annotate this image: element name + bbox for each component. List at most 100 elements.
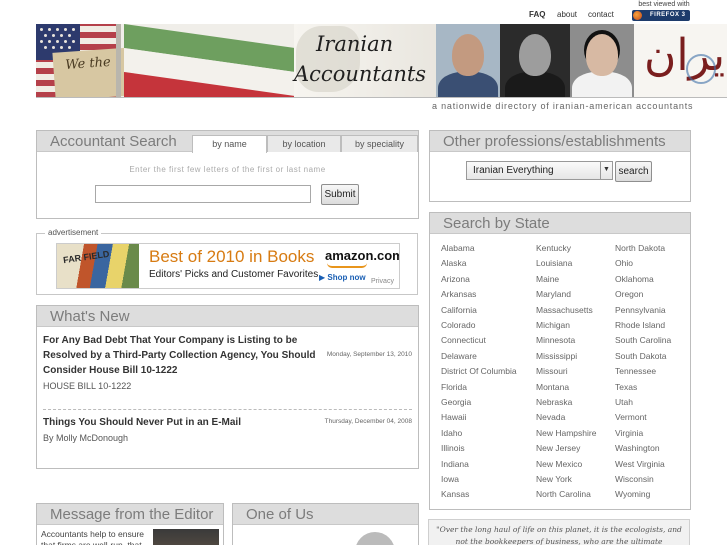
firefox-badge[interactable]: FIREFOX 3 [632, 10, 690, 21]
whats-new-panel: What's New For Any Bad Debt That Your Co… [36, 305, 419, 469]
state-link[interactable]: Washington [615, 443, 660, 453]
state-link[interactable]: Vermont [615, 412, 647, 422]
state-link[interactable]: District Of Columbia [441, 366, 517, 376]
state-link[interactable]: Arkansas [441, 289, 476, 299]
book-covers-image: FAR FIELD [57, 244, 139, 288]
state-link[interactable]: Oklahoma [615, 274, 654, 284]
state-link[interactable]: Idaho [441, 428, 462, 438]
news-item-title[interactable]: Things You Should Never Put in an E-Mail [43, 415, 333, 430]
state-link[interactable]: New Mexico [536, 459, 582, 469]
state-link[interactable]: Texas [615, 382, 637, 392]
submit-button[interactable]: Submit [321, 184, 359, 205]
flag-pole [116, 24, 121, 98]
accountant-search-title: Accountant Search [50, 133, 177, 150]
news-item-subtitle: By Molly McDonough [43, 433, 129, 443]
state-link[interactable]: Connecticut [441, 335, 486, 345]
amazon-ad-banner[interactable]: FAR FIELD Best of 2010 in Books Editors'… [56, 243, 400, 289]
state-link[interactable]: Louisiana [536, 258, 572, 268]
state-link[interactable]: Wisconsin [615, 474, 654, 484]
profession-select-value: Iranian Everything [473, 165, 554, 176]
state-link[interactable]: Rhode Island [615, 320, 665, 330]
news-item-date: Thursday, December 04, 2008 [324, 418, 412, 425]
ad-headline: Best of 2010 in Books [149, 247, 315, 266]
portrait-photo-2 [500, 24, 570, 98]
state-link[interactable]: New Hampshire [536, 428, 596, 438]
search-hint: Enter the first few letters of the first… [129, 165, 326, 174]
state-link[interactable]: Hawaii [441, 412, 467, 422]
state-link[interactable]: Michigan [536, 320, 570, 330]
tab-by-speciality[interactable]: by speciality [341, 135, 418, 152]
state-link[interactable]: Utah [615, 397, 633, 407]
ad-privacy-link[interactable]: Privacy [371, 278, 394, 285]
advertisement-box: advertisement FAR FIELD Best of 2010 in … [36, 228, 418, 295]
news-item-subtitle: HOUSE BILL 10-1222 [43, 381, 132, 391]
shop-now-link[interactable]: ▶ Shop now [319, 273, 366, 282]
state-link[interactable]: Maryland [536, 289, 571, 299]
quote-box: "Over the long haul of life on this plan… [428, 519, 690, 545]
state-link[interactable]: Alaska [441, 258, 467, 268]
other-professions-header: Other professions/establishments [430, 131, 690, 152]
state-link[interactable]: Pennsylvania [615, 305, 666, 315]
state-link[interactable]: Delaware [441, 351, 477, 361]
state-link[interactable]: Ohio [615, 258, 633, 268]
nav-faq[interactable]: FAQ [529, 10, 545, 19]
portrait-photo-1 [436, 24, 500, 98]
state-link[interactable]: West Virginia [615, 459, 665, 469]
one-of-us-panel: One of Us [232, 503, 419, 545]
state-link[interactable]: Illinois [441, 443, 465, 453]
state-link[interactable]: Kansas [441, 489, 469, 499]
portrait-photo-3 [570, 24, 634, 98]
tab-by-name[interactable]: by name [192, 135, 267, 153]
state-link[interactable]: Montana [536, 382, 569, 392]
advertisement-label: advertisement [45, 228, 102, 237]
state-link[interactable]: Nebraska [536, 397, 572, 407]
state-link[interactable]: Nevada [536, 412, 565, 422]
accountant-search-panel: Accountant Search by name by location by… [36, 130, 419, 219]
amazon-smile-icon [327, 263, 367, 268]
state-link[interactable]: Virginia [615, 428, 643, 438]
state-link[interactable]: Massachusetts [536, 305, 593, 315]
state-link[interactable]: South Carolina [615, 335, 671, 345]
ad-subline: Editors' Picks and Customer Favorites [149, 269, 319, 280]
state-link[interactable]: California [441, 305, 477, 315]
profession-search-button[interactable]: search [615, 161, 652, 182]
nav-about[interactable]: about [557, 10, 577, 19]
site-tagline: a nationwide directory of iranian-americ… [432, 101, 694, 111]
state-link[interactable]: New Jersey [536, 443, 580, 453]
chevron-down-icon: ▼ [600, 162, 612, 179]
firefox-icon [633, 11, 642, 20]
brand-title-line2: Accountants [294, 62, 427, 86]
state-link[interactable]: Alabama [441, 243, 475, 253]
state-link[interactable]: Georgia [441, 397, 471, 407]
other-professions-panel: Other professions/establishments Iranian… [429, 130, 691, 202]
state-link[interactable]: Oregon [615, 289, 643, 299]
state-link[interactable]: Maine [536, 274, 559, 284]
name-search-input[interactable] [95, 185, 311, 203]
state-link[interactable]: Indiana [441, 459, 469, 469]
banner-divider [36, 97, 727, 98]
state-link[interactable]: Iowa [441, 474, 459, 484]
profession-select[interactable]: Iranian Everything ▼ [466, 161, 613, 180]
state-link[interactable]: Colorado [441, 320, 476, 330]
brand-title-line1: Iranian [316, 32, 394, 56]
state-link[interactable]: Kentucky [536, 243, 571, 253]
nav-contact[interactable]: contact [588, 10, 614, 19]
news-item-title[interactable]: For Any Bad Debt That Your Company is Li… [43, 333, 333, 378]
state-link[interactable]: Arizona [441, 274, 470, 284]
one-of-us-header: One of Us [233, 504, 418, 525]
state-link[interactable]: Minnesota [536, 335, 575, 345]
state-link[interactable]: Tennessee [615, 366, 656, 376]
header-banner: We the Iranian Accountants ايران [36, 24, 727, 98]
state-link[interactable]: Missouri [536, 366, 568, 376]
shop-now-label: Shop now [327, 273, 366, 282]
state-link[interactable]: Florida [441, 382, 467, 392]
state-link[interactable]: North Carolina [536, 489, 591, 499]
search-by-state-title: Search by State [443, 215, 550, 232]
news-item-date: Monday, September 13, 2010 [326, 351, 412, 358]
state-link[interactable]: New York [536, 474, 572, 484]
state-link[interactable]: South Dakota [615, 351, 667, 361]
state-link[interactable]: Mississippi [536, 351, 577, 361]
state-link[interactable]: North Dakota [615, 243, 665, 253]
state-link[interactable]: Wyoming [615, 489, 650, 499]
tab-by-location[interactable]: by location [267, 135, 341, 152]
